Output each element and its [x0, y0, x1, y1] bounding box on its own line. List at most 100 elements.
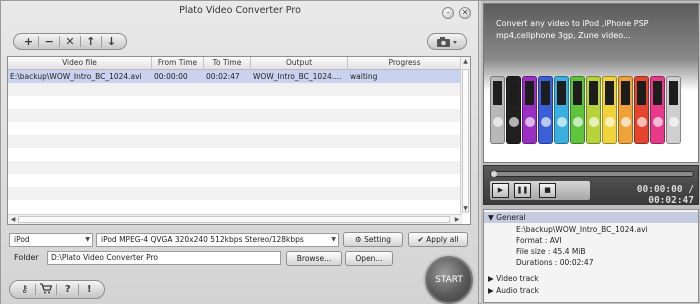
cell-video-file: E:\backup\WOW_Intro_BC_1024.avi [10, 72, 142, 81]
ipod-click-wheel [493, 117, 503, 127]
profile-select[interactable]: iPod MPEG-4 QVGA 320x240 512kbps Stereo/… [96, 233, 339, 247]
empty-row [8, 148, 462, 161]
move-up-button[interactable]: ↑ [84, 35, 98, 48]
chevron-down-icon: ▼ [331, 236, 336, 243]
empty-row [8, 109, 462, 122]
ipod-screen [541, 81, 550, 105]
ipod-click-wheel [541, 117, 551, 127]
horizontal-scrollbar[interactable]: ◀ ▶ [8, 214, 462, 224]
ipod-device-image [506, 76, 521, 144]
remove-file-button[interactable]: − [42, 35, 56, 48]
clear-list-button[interactable]: ✕ [63, 35, 77, 48]
device-select-value: iPod [14, 235, 30, 244]
column-header-video-file[interactable]: Video file [8, 57, 152, 70]
toolbar-divider [38, 36, 40, 47]
ipod-screen [605, 81, 614, 105]
promo-text: Convert any video to iPod ,iPhone PSP mp… [496, 19, 649, 40]
stop-button[interactable]: ■ [539, 183, 556, 198]
apply-all-button[interactable]: ✔ Apply all [408, 232, 468, 247]
info-format: Format : AVI [516, 236, 562, 245]
browse-button[interactable]: Browse... [286, 251, 342, 266]
ipod-screen [509, 81, 518, 105]
info-icon[interactable]: ! [82, 283, 96, 297]
empty-row [8, 122, 462, 135]
table-row[interactable]: E:\backup\WOW_Intro_BC_1024.avi 00:00:00… [8, 70, 462, 83]
cell-to-time: 00:02:47 [206, 72, 240, 81]
converter-panel: Plato Video Converter Pro – ✕ + − ✕ ↑ ↓ … [1, 1, 479, 304]
setting-button-label: Setting [364, 235, 391, 244]
add-file-button[interactable]: + [21, 35, 35, 48]
seek-bar[interactable] [490, 171, 694, 177]
ipod-device-image [618, 76, 633, 144]
snapshot-button[interactable] [427, 33, 467, 50]
ipod-click-wheel [525, 117, 535, 127]
vertical-scroll-thumb[interactable] [462, 69, 469, 212]
toolbar-divider [59, 36, 61, 47]
bottom-toolbar: ⚷ ? ! [9, 280, 105, 299]
ipod-click-wheel [557, 117, 567, 127]
camera-icon [437, 36, 457, 47]
ipod-click-wheel [589, 117, 599, 127]
ipod-click-wheel [605, 117, 615, 127]
info-file-path: E:\backup\WOW_Intro_BC_1024.avi [516, 225, 648, 234]
promo-banner[interactable]: Convert any video to iPod ,iPhone PSP mp… [483, 3, 699, 163]
ipod-device-image [490, 76, 505, 144]
device-select[interactable]: iPod ▼ [9, 233, 93, 247]
file-table: Video file From Time To Time Output Prog… [7, 56, 471, 225]
ipod-screen [493, 81, 502, 105]
empty-row [8, 96, 462, 109]
info-file-size: File size : 45.4 MiB [516, 247, 586, 256]
ipod-click-wheel [621, 117, 631, 127]
help-icon[interactable]: ? [61, 283, 75, 297]
column-header-output[interactable]: Output [251, 57, 348, 70]
scroll-down-icon[interactable]: ▼ [461, 204, 470, 214]
tree-node-label: Video track [496, 274, 539, 283]
ipod-screen [557, 81, 566, 105]
ipod-click-wheel [509, 117, 519, 127]
toolbar-divider [78, 284, 80, 295]
empty-row [8, 83, 462, 96]
table-body: E:\backup\WOW_Intro_BC_1024.avi 00:00:00… [8, 70, 462, 213]
scroll-left-icon[interactable]: ◀ [8, 215, 18, 224]
column-header-progress[interactable]: Progress [348, 57, 462, 70]
play-button[interactable]: ▶ [492, 183, 509, 198]
start-button[interactable]: START [425, 256, 473, 304]
ipod-screen [573, 81, 582, 105]
column-header-to-time[interactable]: To Time [204, 57, 251, 70]
move-down-button[interactable]: ↓ [104, 35, 118, 48]
scroll-right-icon[interactable]: ▶ [452, 215, 462, 224]
checkmark-icon: ✔ [417, 235, 427, 244]
ipod-screen [653, 81, 662, 105]
expanded-triangle-icon: ▼ [488, 213, 497, 222]
toolbar-divider [56, 284, 58, 295]
seek-knob[interactable] [491, 171, 497, 177]
ipod-click-wheel [653, 117, 663, 127]
close-button[interactable]: ✕ [459, 7, 471, 19]
ipod-device-image [522, 76, 537, 144]
pause-button[interactable]: ❚❚ [514, 183, 531, 198]
empty-row [8, 161, 462, 174]
open-folder-button[interactable]: Open... [345, 251, 393, 266]
toolbar-divider [100, 36, 102, 47]
tree-node-general[interactable]: ▼ General [484, 212, 698, 223]
setting-button[interactable]: ⚙ Setting [343, 232, 403, 247]
ipod-device-image [634, 76, 649, 144]
table-header: Video file From Time To Time Output Prog… [8, 57, 462, 70]
tree-node-audio-track[interactable]: ▶ Audio track [484, 285, 698, 296]
tree-node-video-track[interactable]: ▶ Video track [484, 273, 698, 284]
ipod-click-wheel [669, 117, 679, 127]
cart-icon[interactable] [39, 282, 53, 297]
ipod-click-wheel [637, 117, 647, 127]
scroll-up-icon[interactable]: ▲ [461, 57, 470, 67]
chevron-down-icon: ▼ [85, 236, 90, 243]
output-folder-field[interactable]: D:\Plato Video Converter Pro [47, 251, 281, 265]
horizontal-scroll-thumb[interactable] [18, 216, 450, 223]
key-icon[interactable]: ⚷ [18, 283, 32, 297]
gear-icon: ⚙ [355, 235, 365, 244]
vertical-scrollbar[interactable]: ▲ ▼ [460, 57, 470, 214]
tree-node-label: General [496, 213, 526, 222]
file-toolbar: + − ✕ ↑ ↓ [13, 33, 127, 50]
minimize-button[interactable]: – [442, 7, 454, 19]
ipod-screen [637, 81, 646, 105]
column-header-from-time[interactable]: From Time [152, 57, 204, 70]
